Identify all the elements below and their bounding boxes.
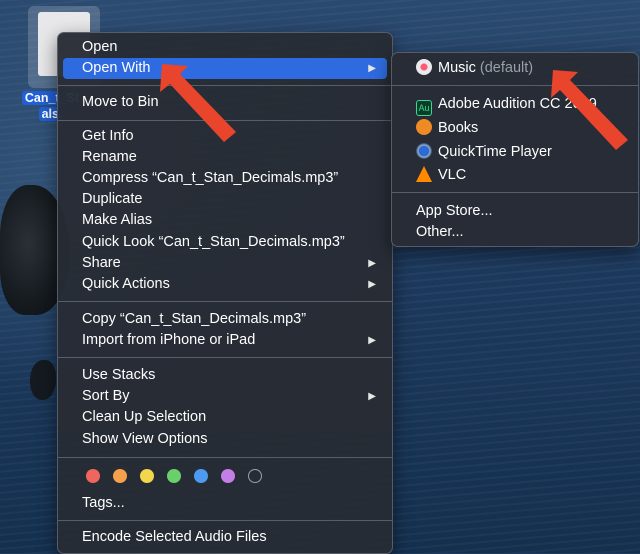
annotation-arrow-right [551, 70, 628, 150]
annotation-arrow-left [160, 64, 236, 142]
annotation-arrows [160, 64, 628, 150]
